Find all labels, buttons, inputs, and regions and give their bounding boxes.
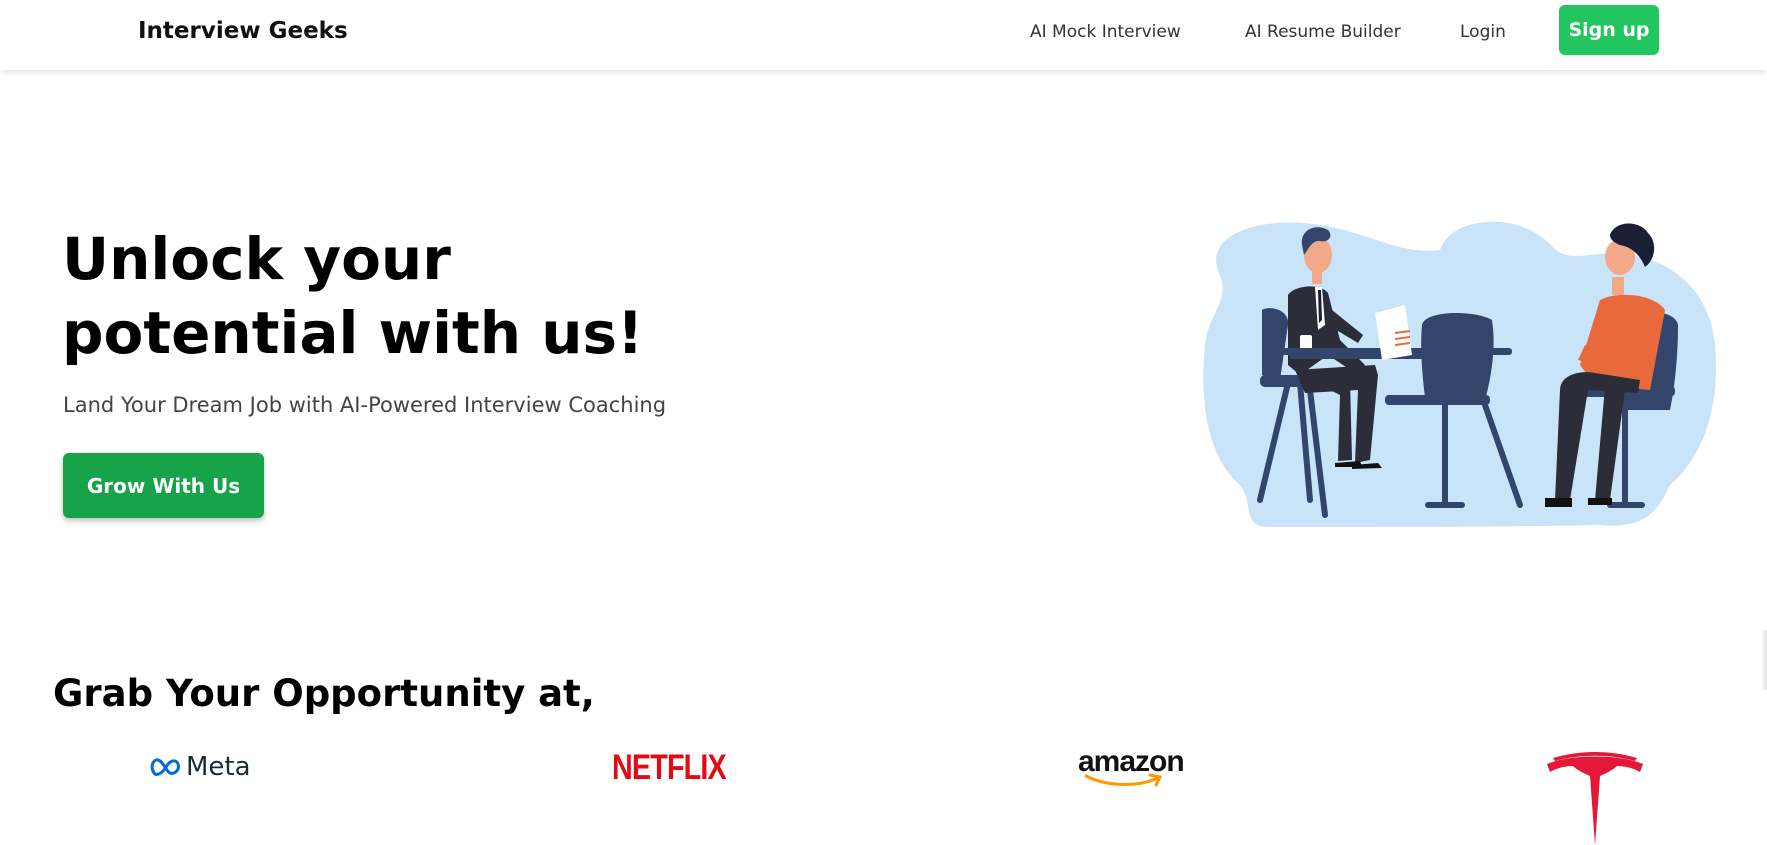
coffee-mug (1300, 335, 1312, 349)
grow-with-us-button[interactable]: Grow With Us (63, 453, 264, 518)
amazon-smile-icon (1084, 773, 1163, 787)
hero-title: Unlock your potential with us! (62, 222, 762, 370)
meta-logo-text: Meta (186, 752, 251, 782)
netflix-logo: NETFLIX (612, 748, 751, 788)
tesla-logo (1547, 752, 1643, 845)
nav-link-ai-mock-interview[interactable]: AI Mock Interview (1030, 22, 1181, 42)
hero-title-line-2: potential with us! (62, 299, 644, 367)
amazon-logo: amazon (1078, 745, 1188, 790)
scroll-edge-shadow (1761, 630, 1767, 690)
nav-link-login[interactable]: Login (1460, 22, 1506, 42)
companies-heading: Grab Your Opportunity at, (53, 672, 595, 715)
nav-link-ai-resume-builder[interactable]: AI Resume Builder (1245, 22, 1401, 42)
meta-infinity-icon (150, 758, 180, 776)
top-navbar: Interview Geeks AI Mock Interview AI Res… (0, 0, 1767, 70)
hero-subtitle: Land Your Dream Job with AI-Powered Inte… (63, 393, 667, 417)
interview-illustration (1203, 221, 1716, 527)
netflix-logo-text: NETFLIX (612, 748, 727, 787)
brand-logo-link[interactable]: Interview Geeks (138, 18, 348, 44)
hero-title-line-1: Unlock your (62, 225, 451, 293)
meta-logo: Meta (150, 750, 265, 784)
signup-button[interactable]: Sign up (1559, 5, 1659, 55)
middle-chair-back (1421, 313, 1494, 400)
